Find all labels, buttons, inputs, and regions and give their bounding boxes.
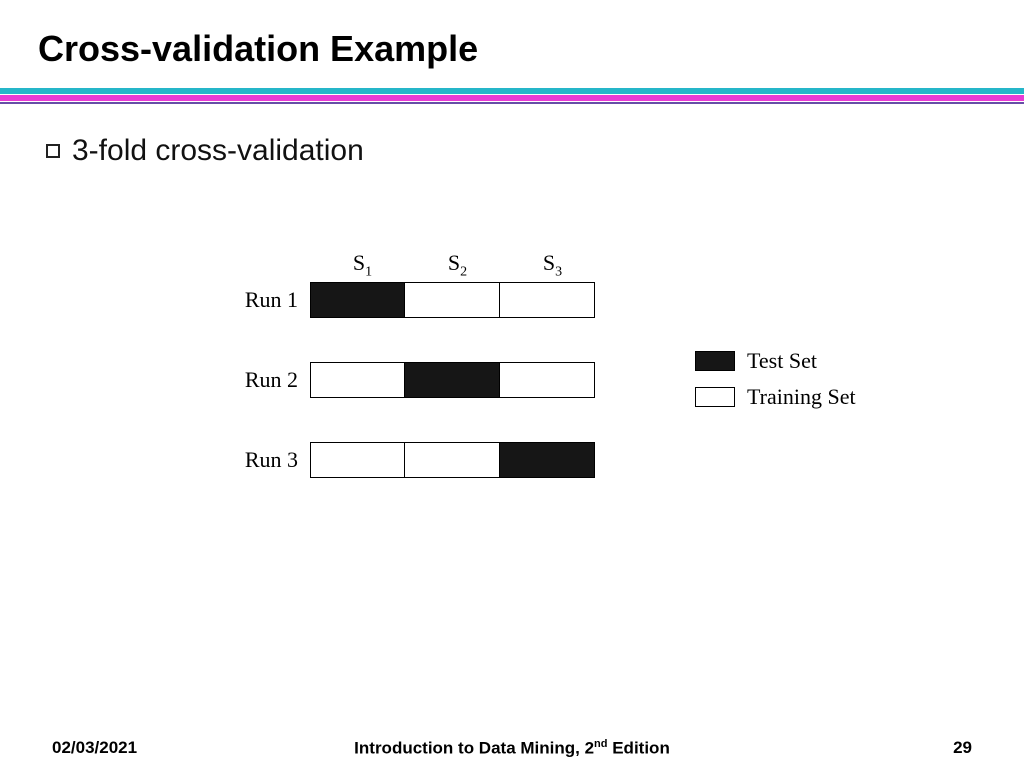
col-header-s3: S3 <box>505 250 600 280</box>
run-label: Run 3 <box>230 447 310 473</box>
bullet-item: 3-fold cross-validation <box>46 134 1024 168</box>
legend-label: Training Set <box>747 384 856 410</box>
run-row-1: Run 1 <box>230 282 610 318</box>
footer-page-number: 29 <box>953 738 972 758</box>
legend-label: Test Set <box>747 348 817 374</box>
slide-title: Cross-validation Example <box>0 0 1024 84</box>
swatch-train-icon <box>695 387 735 407</box>
col-header-s1: S1 <box>315 250 410 280</box>
cell-test <box>405 362 500 398</box>
legend-train: Training Set <box>695 382 856 412</box>
cell-train <box>500 282 595 318</box>
cell-train <box>405 282 500 318</box>
swatch-test-icon <box>695 351 735 371</box>
column-headers: S1 S2 S3 <box>315 250 600 280</box>
bullet-text: 3-fold cross-validation <box>72 134 364 168</box>
cell-train <box>405 442 500 478</box>
divider <box>0 88 1024 104</box>
run-row-3: Run 3 <box>230 442 610 478</box>
cv-diagram: S1 S2 S3 Run 1 Run 2 Run 3 <box>230 250 930 550</box>
legend: Test Set Training Set <box>695 346 856 418</box>
legend-test: Test Set <box>695 346 856 376</box>
cells <box>310 282 595 318</box>
cell-test <box>310 282 405 318</box>
run-label: Run 1 <box>230 287 310 313</box>
cell-test <box>500 442 595 478</box>
col-header-s2: S2 <box>410 250 505 280</box>
cell-train <box>310 362 405 398</box>
bullet-icon <box>46 144 60 158</box>
cell-train <box>310 442 405 478</box>
cells <box>310 442 595 478</box>
cell-train <box>500 362 595 398</box>
run-label: Run 2 <box>230 367 310 393</box>
footer-title: Introduction to Data Mining, 2nd Edition <box>0 738 1024 759</box>
slide: Cross-validation Example 3-fold cross-va… <box>0 0 1024 768</box>
cells <box>310 362 595 398</box>
run-row-2: Run 2 <box>230 362 610 398</box>
